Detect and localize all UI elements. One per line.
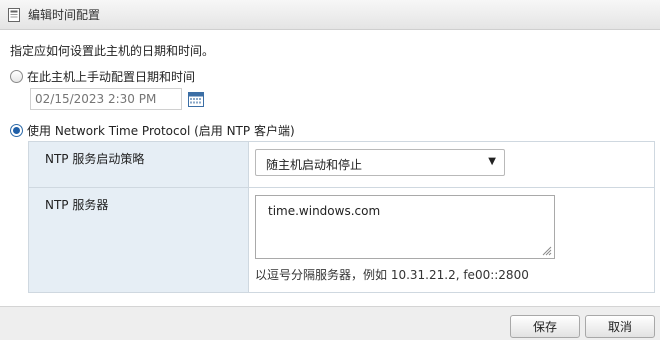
save-button[interactable]: 保存 [510, 315, 580, 338]
resize-grip-icon[interactable] [542, 246, 552, 256]
date-time-input[interactable] [30, 88, 182, 110]
startup-policy-select[interactable]: 随主机启动和停止 ▼ [255, 149, 505, 176]
startup-policy-label: NTP 服务启动策略 [45, 152, 145, 166]
ntp-option-label: 使用 Network Time Protocol (启用 NTP 客户端) [27, 124, 295, 138]
dropdown-arrow-icon: ▼ [488, 156, 496, 167]
instructions-text: 指定应如何设置此主机的日期和时间。 [10, 44, 215, 58]
dialog-title-bar: 编辑时间配置 [0, 0, 660, 30]
ntp-servers-textarea[interactable]: time.windows.com [255, 195, 555, 259]
ntp-servers-label-cell: NTP 服务器 [29, 188, 249, 292]
manual-time-label: 在此主机上手动配置日期和时间 [27, 70, 196, 84]
startup-policy-value: 随主机启动和停止 [266, 158, 363, 172]
ntp-radio[interactable] [10, 124, 23, 137]
ntp-servers-row: NTP 服务器 time.windows.com 以逗号分隔服务器，例如 10.… [29, 188, 654, 292]
calendar-icon[interactable] [188, 92, 204, 107]
ntp-servers-value: time.windows.com [268, 204, 381, 218]
ntp-settings-table: NTP 服务启动策略 随主机启动和停止 ▼ NTP 服务器 time.windo… [28, 141, 655, 293]
manual-time-option[interactable]: 在此主机上手动配置日期和时间 [10, 68, 195, 85]
cancel-button[interactable]: 取消 [585, 315, 655, 338]
ntp-servers-hint: 以逗号分隔服务器，例如 10.31.21.2, fe00::2800 [255, 268, 529, 282]
ntp-option[interactable]: 使用 Network Time Protocol (启用 NTP 客户端) [10, 122, 295, 139]
startup-policy-label-cell: NTP 服务启动策略 [29, 142, 249, 187]
dialog-footer: 保存 取消 [0, 306, 660, 340]
ntp-servers-label: NTP 服务器 [45, 198, 109, 212]
settings-dialog-icon [8, 7, 20, 22]
dialog-title: 编辑时间配置 [28, 8, 101, 22]
manual-time-radio[interactable] [10, 70, 23, 83]
startup-policy-row: NTP 服务启动策略 随主机启动和停止 ▼ [29, 142, 654, 188]
